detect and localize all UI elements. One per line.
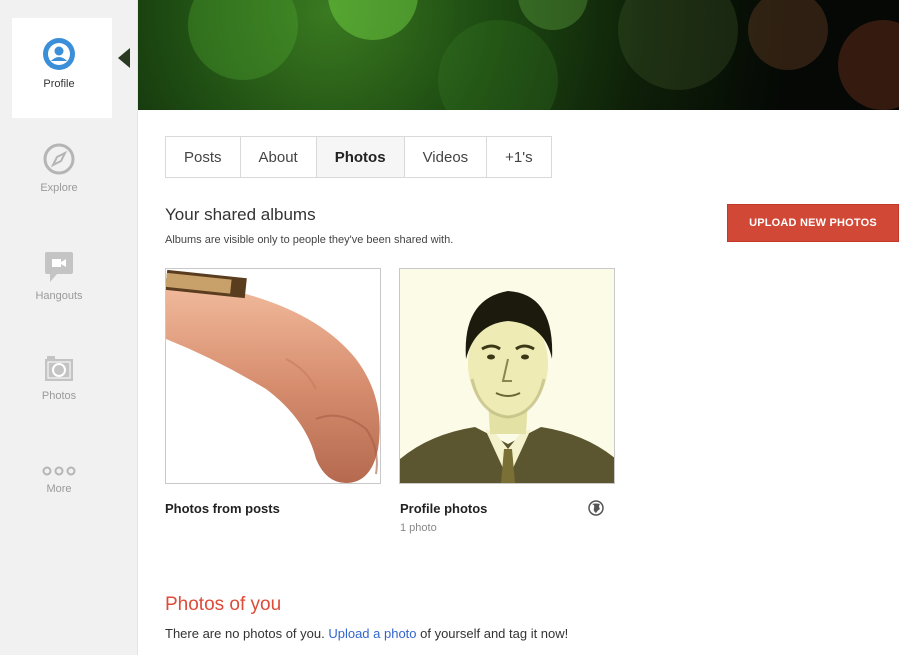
sidebar: Profile Explore Hangouts Photos More: [0, 0, 138, 655]
tab-posts[interactable]: Posts: [166, 137, 241, 177]
tab-about[interactable]: About: [241, 137, 317, 177]
sidebar-item-hangouts[interactable]: Hangouts: [0, 250, 118, 302]
photos-of-you-title: Photos of you: [165, 594, 282, 615]
sidebar-item-label: Explore: [40, 182, 78, 194]
video-camera-icon: [45, 252, 73, 282]
globe-icon: [588, 500, 604, 516]
camera-icon: [45, 356, 73, 381]
upload-new-photos-button[interactable]: UPLOAD NEW PHOTOS: [727, 204, 899, 242]
compass-icon: [43, 143, 75, 175]
portrait-photo-image: [400, 269, 614, 483]
tab-videos[interactable]: Videos: [405, 137, 488, 177]
sidebar-item-explore[interactable]: Explore: [0, 142, 118, 194]
album-thumbnail-photos-from-posts[interactable]: [165, 268, 381, 484]
profile-tabs: Posts About Photos Videos +1's: [165, 136, 552, 178]
photos-of-you-text-after: of yourself and tag it now!: [416, 626, 569, 641]
cover-photo: [138, 0, 899, 110]
shared-albums-subtitle: Albums are visible only to people they'v…: [165, 234, 454, 246]
sidebar-item-label: Hangouts: [35, 290, 83, 302]
tab-photos[interactable]: Photos: [316, 137, 405, 177]
finger-photo-image: [166, 269, 380, 483]
sidebar-item-label: Photos: [41, 390, 77, 402]
photos-of-you-text: There are no photos of you. Upload a pho…: [165, 626, 568, 641]
sidebar-item-photos[interactable]: Photos: [0, 354, 118, 402]
sidebar-item-label: More: [46, 483, 72, 495]
upload-photo-link[interactable]: Upload a photo: [328, 626, 416, 641]
album-name[interactable]: Profile photos: [400, 501, 487, 516]
album-thumbnail-profile-photos[interactable]: [399, 268, 615, 484]
tab-plus-ones[interactable]: +1's: [487, 137, 550, 177]
profile-icon: [43, 38, 75, 70]
album-photo-count: 1 photo: [400, 522, 437, 534]
sidebar-item-profile[interactable]: Profile: [0, 36, 118, 90]
sidebar-item-more[interactable]: More: [0, 465, 118, 495]
sidebar-item-label: Profile: [43, 78, 75, 90]
album-name[interactable]: Photos from posts: [165, 501, 280, 516]
photos-of-you-text-before: There are no photos of you.: [165, 626, 329, 641]
more-dots-icon: [42, 466, 76, 476]
active-indicator: [118, 48, 130, 68]
shared-albums-title: Your shared albums: [165, 205, 316, 224]
